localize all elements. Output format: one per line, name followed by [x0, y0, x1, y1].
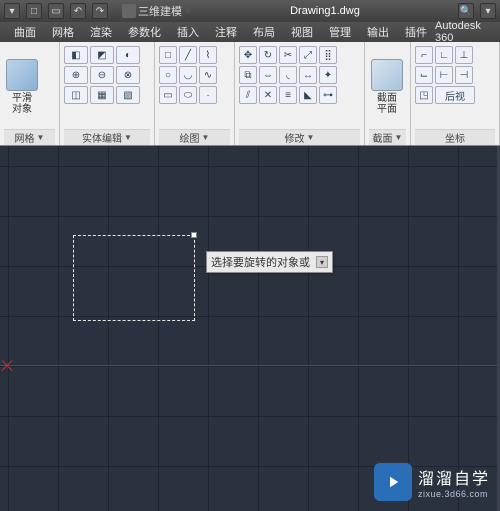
drawing-canvas[interactable]: 选择要旋转的对象或 ▾ 溜溜自学 zixue.3d66.com [0, 146, 500, 511]
line-icon[interactable]: ╱ [179, 46, 197, 64]
extrude-icon[interactable]: ◧ [64, 46, 88, 64]
spline-icon[interactable]: ∿ [199, 66, 217, 84]
tab-manage[interactable]: 管理 [321, 22, 359, 42]
selection-rectangle[interactable] [73, 235, 195, 321]
command-tooltip: 选择要旋转的对象或 ▾ [206, 251, 333, 273]
view-cube-icon[interactable]: ◳ [415, 86, 433, 104]
ucs-icon-6[interactable]: ⊣ [455, 66, 473, 84]
panel-modify: ✥ ↻ ✂ ⤢ ⣿ ⧉ ⇔ ◟ ↔ ✦ ⫽ ✕ ≡ ◣ [235, 42, 365, 145]
box-icon[interactable]: □ [159, 46, 177, 64]
tab-view[interactable]: 视图 [283, 22, 321, 42]
new-icon[interactable]: □ [26, 3, 42, 19]
trim-icon[interactable]: ✂ [279, 46, 297, 64]
brand-label[interactable]: Autodesk 360 [435, 20, 494, 44]
arc-icon[interactable]: ◡ [179, 66, 197, 84]
ribbon: 平滑 对象 网格▼ ◧ ◩ ◐ ⊕ ⊖ ⊗ ◫ ▦ ▧ [0, 42, 500, 146]
origin-marker [0, 358, 14, 372]
panel-mesh: 平滑 对象 网格▼ [0, 42, 60, 145]
stretch-icon[interactable]: ↔ [299, 66, 317, 84]
panel-title-solid-edit[interactable]: 实体编辑▼ [64, 129, 150, 145]
signin-icon[interactable]: ▾ [480, 3, 496, 19]
watermark: 溜溜自学 zixue.3d66.com [374, 463, 490, 501]
panel-coords: ⌐ ∟ ⊥ ⌙ ⊢ ⊣ ◳ 后视 坐标 [411, 42, 500, 145]
back-view-button[interactable]: 后视 [435, 86, 475, 104]
watermark-subtitle: zixue.3d66.com [418, 489, 490, 499]
intersect-icon[interactable]: ⊗ [116, 66, 140, 84]
move-icon[interactable]: ✥ [239, 46, 257, 64]
tab-mesh[interactable]: 网格 [44, 22, 82, 42]
title-bar: ▾ □ ▭ ↶ ↷ 三维建模 ▼ Drawing1.dwg 🔍 ▾ [0, 0, 500, 22]
ucs-icon-3[interactable]: ⊥ [455, 46, 473, 64]
ucs-icon-5[interactable]: ⊢ [435, 66, 453, 84]
tab-layout[interactable]: 布局 [245, 22, 283, 42]
smooth-object-icon [6, 59, 38, 91]
chamfer-icon[interactable]: ◣ [299, 86, 317, 104]
ellipse-icon[interactable]: ⬭ [179, 86, 197, 104]
panel-title-mesh[interactable]: 网格▼ [4, 129, 55, 145]
join-icon[interactable]: ⊶ [319, 86, 337, 104]
rotate-icon[interactable]: ↻ [259, 46, 277, 64]
tab-parametric[interactable]: 参数化 [120, 22, 169, 42]
sweep-icon[interactable]: ◐ [116, 46, 140, 64]
selection-handle[interactable] [191, 232, 197, 238]
tab-surface[interactable]: 曲面 [6, 22, 44, 42]
gear-icon [122, 4, 136, 18]
workspace-switcher[interactable]: 三维建模 ▼ [122, 3, 192, 19]
tab-annotate[interactable]: 注释 [207, 22, 245, 42]
section-plane-icon [371, 59, 403, 91]
array-icon[interactable]: ⣿ [319, 46, 337, 64]
polyline-icon[interactable]: ⌇ [199, 46, 217, 64]
mirror-icon[interactable]: ⇔ [259, 66, 277, 84]
open-icon[interactable]: ▭ [48, 3, 64, 19]
undo-icon[interactable]: ↶ [70, 3, 86, 19]
panel-title-section[interactable]: 截面▼ [369, 129, 406, 145]
scale-icon[interactable]: ⤢ [299, 46, 317, 64]
point-icon[interactable]: · [199, 86, 217, 104]
union-icon[interactable]: ⊕ [64, 66, 88, 84]
tab-plugins[interactable]: 插件 [397, 22, 435, 42]
workspace-label: 三维建模 [138, 3, 182, 19]
watermark-play-icon [374, 463, 412, 501]
section-plane-button[interactable]: 截面 平面 [369, 44, 405, 129]
document-title: Drawing1.dwg [198, 5, 452, 17]
tab-output[interactable]: 输出 [359, 22, 397, 42]
ribbon-tabs: 曲面 网格 渲染 参数化 插入 注释 布局 视图 管理 输出 插件 Autode… [0, 22, 500, 42]
app-menu-button[interactable]: ▾ [4, 3, 20, 19]
tooltip-dropdown-icon[interactable]: ▾ [316, 256, 328, 268]
x-axis [0, 365, 500, 366]
tab-insert[interactable]: 插入 [169, 22, 207, 42]
copy-icon[interactable]: ⧉ [239, 66, 257, 84]
fillet-icon[interactable]: ◟ [279, 66, 297, 84]
panel-solid-edit: ◧ ◩ ◐ ⊕ ⊖ ⊗ ◫ ▦ ▧ 实体编辑▼ [60, 42, 155, 145]
align-icon[interactable]: ≡ [279, 86, 297, 104]
circle-icon[interactable]: ○ [159, 66, 177, 84]
explode-icon[interactable]: ✦ [319, 66, 337, 84]
ucs-icon-1[interactable]: ⌐ [415, 46, 433, 64]
tooltip-text: 选择要旋转的对象或 [211, 254, 310, 270]
subtract-icon[interactable]: ⊖ [90, 66, 114, 84]
ucs-icon-2[interactable]: ∟ [435, 46, 453, 64]
redo-icon[interactable]: ↷ [92, 3, 108, 19]
panel-title-draw[interactable]: 绘图▼ [159, 129, 230, 145]
offset-icon[interactable]: ⫽ [239, 86, 257, 104]
smooth-object-button[interactable]: 平滑 对象 [4, 44, 40, 129]
panel-section: 截面 平面 截面▼ [365, 42, 411, 145]
ucs-icon-4[interactable]: ⌙ [415, 66, 433, 84]
thicken-icon[interactable]: ▦ [90, 86, 114, 104]
panel-title-modify[interactable]: 修改▼ [239, 129, 360, 145]
panel-title-coords[interactable]: 坐标 [415, 129, 495, 145]
panel-draw: □ ╱ ⌇ ○ ◡ ∿ ▭ ⬭ · 绘图▼ [155, 42, 235, 145]
search-icon[interactable]: 🔍 [458, 3, 474, 19]
presspull-icon[interactable]: ◩ [90, 46, 114, 64]
erase-icon[interactable]: ✕ [259, 86, 277, 104]
imprint-icon[interactable]: ▧ [116, 86, 140, 104]
chevron-down-icon: ▼ [184, 7, 192, 16]
slice-icon[interactable]: ◫ [64, 86, 88, 104]
tab-render[interactable]: 渲染 [82, 22, 120, 42]
watermark-title: 溜溜自学 [418, 465, 490, 489]
rectangle-icon[interactable]: ▭ [159, 86, 177, 104]
